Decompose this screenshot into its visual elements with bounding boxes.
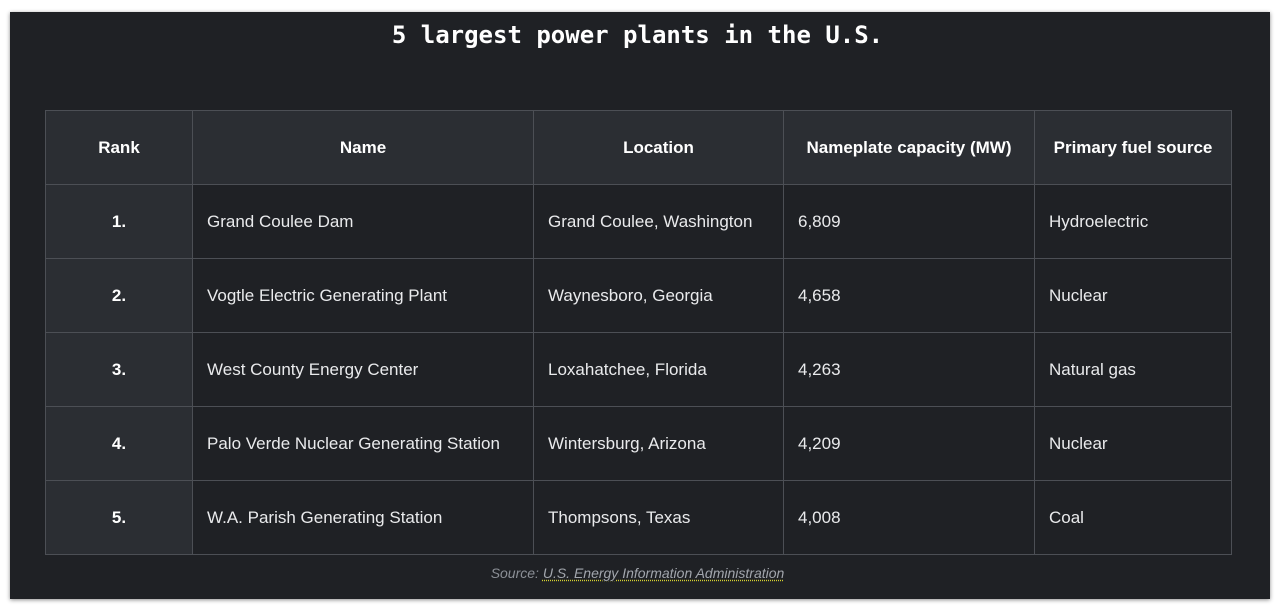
name-cell: Palo Verde Nuclear Generating Station [192,406,534,481]
table-row: 4. Palo Verde Nuclear Generating Station… [45,406,1232,481]
capacity-cell: 4,263 [783,332,1035,407]
column-header-capacity: Nameplate capacity (MW) [783,110,1035,185]
fuel-cell: Coal [1034,480,1232,555]
source-note: Source: U.S. Energy Information Administ… [10,565,1265,581]
rank-cell: 4. [45,406,193,481]
name-cell: Grand Coulee Dam [192,184,534,259]
capacity-cell: 6,809 [783,184,1035,259]
fuel-cell: Hydroelectric [1034,184,1232,259]
source-prefix: Source: [490,565,539,581]
column-header-fuel: Primary fuel source [1034,110,1232,185]
table-card: 5 largest power plants in the U.S. Rank … [10,12,1270,599]
table-row: 1. Grand Coulee Dam Grand Coulee, Washin… [45,184,1232,259]
source-link[interactable]: U.S. Energy Information Administration [543,565,784,581]
power-plants-table: Rank Name Location Nameplate capacity (M… [45,110,1232,555]
capacity-cell: 4,209 [783,406,1035,481]
table-row: 5. W.A. Parish Generating Station Thomps… [45,480,1232,555]
location-cell: Thompsons, Texas [533,480,784,555]
location-cell: Grand Coulee, Washington [533,184,784,259]
location-cell: Waynesboro, Georgia [533,258,784,333]
capacity-cell: 4,008 [783,480,1035,555]
column-header-name: Name [192,110,534,185]
table-row: 2. Vogtle Electric Generating Plant Wayn… [45,258,1232,333]
rank-cell: 5. [45,480,193,555]
rank-cell: 1. [45,184,193,259]
page-title: 5 largest power plants in the U.S. [391,21,884,49]
rank-cell: 2. [45,258,193,333]
name-cell: Vogtle Electric Generating Plant [192,258,534,333]
fuel-cell: Nuclear [1034,406,1232,481]
location-cell: Wintersburg, Arizona [533,406,784,481]
fuel-cell: Nuclear [1034,258,1232,333]
column-header-location: Location [533,110,784,185]
capacity-cell: 4,658 [783,258,1035,333]
name-cell: West County Energy Center [192,332,534,407]
table-row: 3. West County Energy Center Loxahatchee… [45,332,1232,407]
fuel-cell: Natural gas [1034,332,1232,407]
name-cell: W.A. Parish Generating Station [192,480,534,555]
header-row: Rank Name Location Nameplate capacity (M… [45,110,1232,185]
location-cell: Loxahatchee, Florida [533,332,784,407]
column-header-rank: Rank [45,110,193,185]
rank-cell: 3. [45,332,193,407]
